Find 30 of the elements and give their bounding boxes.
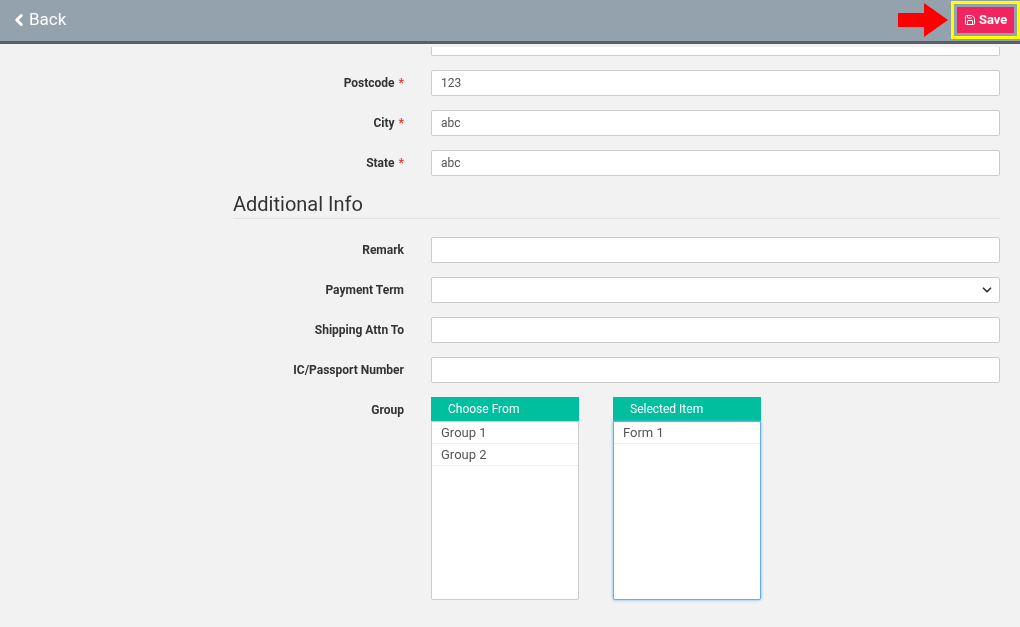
text-field[interactable]: abc [431,110,1000,136]
list-item[interactable]: Group 2 [432,444,578,466]
text-field[interactable]: abc [431,150,1000,176]
text-field[interactable] [431,237,1000,263]
field-label: City [373,115,395,132]
required-mark: * [398,115,404,132]
list-item[interactable]: Group 1 [432,422,578,444]
text-field[interactable] [431,317,1000,343]
field-label: Postcode [343,75,395,92]
list-box[interactable]: Form 1 [613,421,761,600]
arrow-icon [898,3,948,37]
list-item[interactable]: Form 1 [614,422,760,444]
field-label: Remark [362,242,404,259]
section-heading: Additional Info [233,190,363,218]
field-label: Group [371,402,404,419]
text-field[interactable]: 123 [431,70,1000,96]
list-header: Choose From [431,397,579,421]
list-header: Selected Item [613,397,761,421]
field-label: State [366,155,395,172]
text-field[interactable] [431,47,1000,56]
save-button[interactable]: Save [957,7,1015,33]
field-label: Payment Term [325,282,404,299]
required-mark: * [398,155,404,172]
text-field[interactable] [431,357,1000,383]
required-mark: * [398,75,404,92]
save-icon [964,14,976,26]
field-label: Shipping Attn To [314,322,404,339]
select-field[interactable] [431,277,1000,303]
list-box[interactable]: Group 1 Group 2 [431,421,579,600]
field-label: IC/Passport Number [293,362,404,379]
